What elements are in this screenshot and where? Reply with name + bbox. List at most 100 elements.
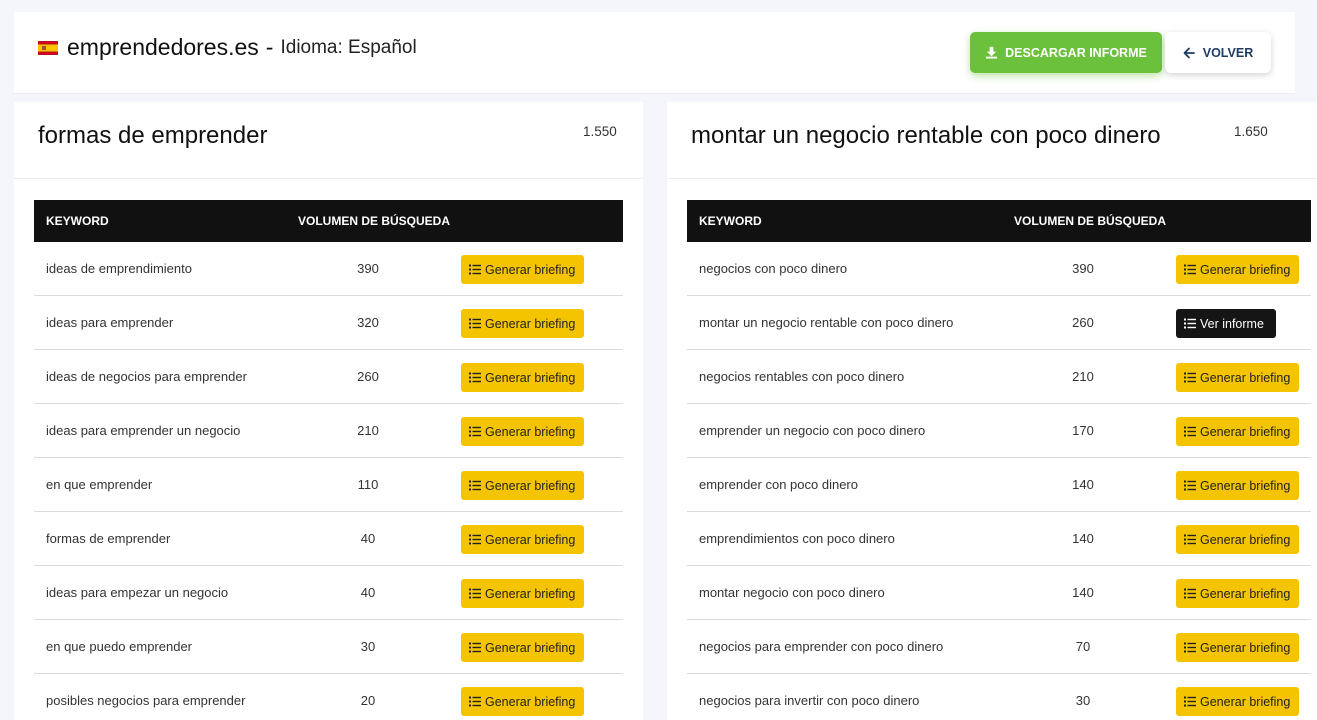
volume-cell: 210 [357,423,379,438]
view-report-button[interactable]: Ver informe [1176,309,1276,338]
cluster-volume: 1.550 [583,124,617,139]
keyword-cell: emprendimientos con poco dinero [699,531,895,546]
action-label: Generar briefing [485,424,576,439]
generate-briefing-button[interactable]: Generar briefing [1176,525,1299,554]
list-icon [469,264,481,275]
table-row: emprender un negocio con poco dinero 170 … [687,404,1311,458]
table-row: en que emprender 110 Generar briefing [34,458,623,512]
keyword-cell: ideas para empezar un negocio [46,585,229,600]
download-report-button[interactable]: DESCARGAR INFORME [970,32,1162,73]
generate-briefing-button[interactable]: Generar briefing [1176,255,1299,284]
volume-cell: 40 [360,585,376,600]
keyword-cell: negocios para emprender con poco dinero [699,639,944,654]
volume-cell: 140 [1072,585,1094,600]
list-icon [1184,264,1196,275]
list-icon [469,480,481,491]
volume-cell: 70 [1075,639,1091,654]
list-icon [469,642,481,653]
action-label: Generar briefing [1200,532,1291,547]
keyword-cell: negocios con poco dinero [699,261,848,276]
keyword-cell: ideas para emprender [46,315,174,330]
generate-briefing-button[interactable]: Generar briefing [1176,363,1299,392]
list-icon [469,696,481,707]
keyword-cell: emprender un negocio con poco dinero [699,423,926,438]
back-label: VOLVER [1202,45,1254,60]
list-icon [1184,588,1196,599]
table-row: ideas para empezar un negocio 40 Generar … [34,566,623,620]
generate-briefing-button[interactable]: Generar briefing [461,633,584,662]
generate-briefing-button[interactable]: Generar briefing [461,417,584,446]
volume-cell: 30 [360,639,376,654]
volume-cell: 260 [1072,315,1094,330]
action-label: Generar briefing [485,532,576,547]
generate-briefing-button[interactable]: Generar briefing [461,525,584,554]
generate-briefing-button[interactable]: Generar briefing [1176,687,1299,716]
keyword-cell: formas de emprender [46,531,171,546]
generate-briefing-button[interactable]: Generar briefing [1176,417,1299,446]
keyword-cluster-panel: montar un negocio rentable con poco dine… [667,102,1317,720]
generate-briefing-button[interactable]: Generar briefing [1176,471,1299,500]
keyword-cell: ideas de emprendimiento [46,261,192,276]
action-label: Generar briefing [1200,370,1291,385]
list-icon [1184,372,1196,383]
cluster-volume: 1.650 [1234,124,1268,139]
keyword-cell: montar un negocio rentable con poco dine… [699,315,954,330]
list-icon [469,588,481,599]
action-label: Generar briefing [485,370,576,385]
keyword-cell: negocios rentables con poco dinero [699,369,905,384]
generate-briefing-button[interactable]: Generar briefing [461,687,584,716]
action-label: Generar briefing [485,478,576,493]
keyword-cluster-panel: formas de emprender 1.550 KEYWORD VOLUME… [14,102,643,720]
language-label: Idioma: Español [280,36,417,58]
report-header: emprendedores.es - Idioma: Español DESCA… [14,12,1295,94]
table-body: ideas de emprendimiento 390 Generar brief… [34,242,623,720]
table-header: KEYWORD VOLUMEN DE BÚSQUEDA [34,200,623,242]
keyword-cell: negocios para invertir con poco dinero [699,693,920,708]
generate-briefing-button[interactable]: Generar briefing [461,255,584,284]
volume-cell: 210 [1072,369,1094,384]
volume-cell: 260 [357,369,379,384]
keyword-column-header: KEYWORD [46,214,109,228]
volume-cell: 390 [1072,261,1094,276]
generate-briefing-button[interactable]: Generar briefing [461,363,584,392]
keyword-cell: en que emprender [46,477,153,492]
action-label: Generar briefing [1200,424,1291,439]
action-label: Generar briefing [1200,640,1291,655]
volume-cell: 140 [1072,531,1094,546]
volume-cell: 140 [1072,477,1094,492]
generate-briefing-button[interactable]: Generar briefing [461,471,584,500]
generate-briefing-button[interactable]: Generar briefing [461,579,584,608]
table-row: posibles negocios para emprender 20 Gener… [34,674,623,720]
volume-column-header: VOLUMEN DE BÚSQUEDA [1014,214,1167,228]
generate-briefing-button[interactable]: Generar briefing [1176,579,1299,608]
generate-briefing-button[interactable]: Generar briefing [1176,633,1299,662]
title-separator: - [265,34,274,60]
keyword-cell: emprender con poco dinero [699,477,858,492]
keyword-cell: ideas para emprender un negocio [46,423,241,438]
table-row: formas de emprender 40 Generar briefing [34,512,623,566]
domain-name: emprendedores.es [67,34,259,60]
panel-header: formas de emprender 1.550 [14,102,643,179]
table-row: negocios para emprender con poco dinero 7… [687,620,1311,674]
table-row: negocios para invertir con poco dinero 30… [687,674,1311,720]
action-label: Generar briefing [485,316,576,331]
arrow-left-icon [1183,47,1195,58]
action-label: Generar briefing [1200,262,1291,277]
keywords-table: KEYWORD VOLUMEN DE BÚSQUEDA ideas de emp… [34,200,623,720]
keyword-cell: ideas de negocios para emprender [46,369,247,384]
volume-cell: 110 [357,477,379,492]
table-row: montar un negocio rentable con poco dine… [687,296,1311,350]
list-icon [1184,642,1196,653]
table-row: montar negocio con poco dinero 140 Genera… [687,566,1311,620]
panel-header: montar un negocio rentable con poco dine… [667,102,1317,179]
keyword-cell: montar negocio con poco dinero [699,585,885,600]
action-label: Ver informe [1200,316,1264,331]
cluster-title: montar un negocio rentable con poco dine… [691,122,1161,149]
action-label: Generar briefing [485,586,576,601]
generate-briefing-button[interactable]: Generar briefing [461,309,584,338]
table-row: ideas para emprender 320 Generar briefing [34,296,623,350]
back-button[interactable]: VOLVER [1165,32,1271,73]
list-icon [1184,480,1196,491]
spain-flag-icon [38,40,58,55]
volume-cell: 320 [357,315,379,330]
